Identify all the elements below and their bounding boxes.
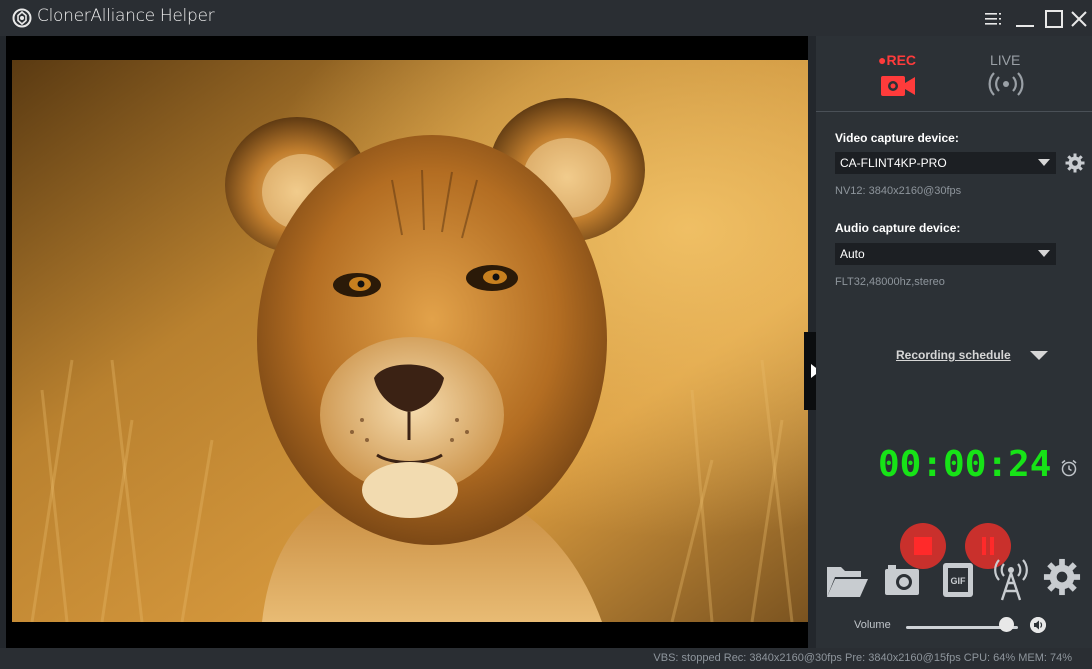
alarm-clock-icon[interactable] [1060, 459, 1078, 477]
gear-icon[interactable] [1065, 153, 1085, 173]
video-capture-label: Video capture device: [835, 131, 959, 145]
antenna-icon[interactable] [993, 559, 1029, 601]
audio-format-info: FLT32,48000hz,stereo [835, 276, 945, 288]
rec-mode-label: ●REC [878, 52, 917, 68]
svg-text:GIF: GIF [951, 576, 967, 586]
camera-icon[interactable] [883, 561, 921, 599]
app-title: ClonerAlliance Helper [37, 6, 215, 26]
recording-schedule-link[interactable]: Recording schedule [896, 348, 1011, 362]
control-panel: ●REC LIVE Video capture device: CA-FLINT… [816, 36, 1092, 648]
speaker-icon[interactable] [1030, 617, 1046, 633]
audio-capture-select[interactable]: Auto [835, 243, 1056, 265]
gif-icon[interactable]: GIF [941, 561, 975, 599]
menu-icon[interactable] [983, 8, 1005, 30]
maximize-icon[interactable] [1043, 8, 1065, 30]
broadcast-icon [988, 72, 1024, 96]
live-mode-label: LIVE [990, 52, 1021, 68]
video-preview [6, 36, 808, 648]
logo-icon [12, 8, 32, 28]
chevron-down-icon [1038, 159, 1050, 166]
preview-image [12, 60, 808, 622]
minimize-icon[interactable] [1014, 8, 1036, 30]
folder-icon[interactable] [825, 561, 869, 599]
live-mode-button[interactable]: LIVE [976, 52, 1036, 102]
audio-capture-value: Auto [840, 247, 865, 261]
video-capture-value: CA-FLINT4KP-PRO [840, 156, 947, 170]
stop-icon [914, 537, 932, 555]
gear-icon[interactable] [1043, 558, 1081, 596]
status-bar: VBS: stopped Rec: 3840x2160@30fps Pre: 3… [0, 648, 1092, 669]
rec-mode-button[interactable]: ●REC [868, 52, 928, 102]
video-capture-select[interactable]: CA-FLINT4KP-PRO [835, 152, 1056, 174]
chevron-down-icon[interactable] [1030, 351, 1048, 360]
title-bar: ClonerAlliance Helper [0, 0, 1092, 36]
mode-selector: ●REC LIVE [816, 36, 1092, 112]
close-icon[interactable] [1068, 8, 1090, 30]
volume-slider-handle[interactable] [999, 617, 1015, 632]
pause-icon [982, 537, 994, 555]
audio-capture-label: Audio capture device: [835, 221, 961, 235]
volume-label: Volume [854, 619, 891, 631]
status-text: VBS: stopped Rec: 3840x2160@30fps Pre: 3… [653, 652, 1072, 664]
camcorder-icon [881, 76, 915, 96]
recording-timer: 00:00:24 [878, 444, 1052, 485]
video-format-info: NV12: 3840x2160@30fps [835, 185, 962, 197]
chevron-down-icon [1038, 250, 1050, 257]
